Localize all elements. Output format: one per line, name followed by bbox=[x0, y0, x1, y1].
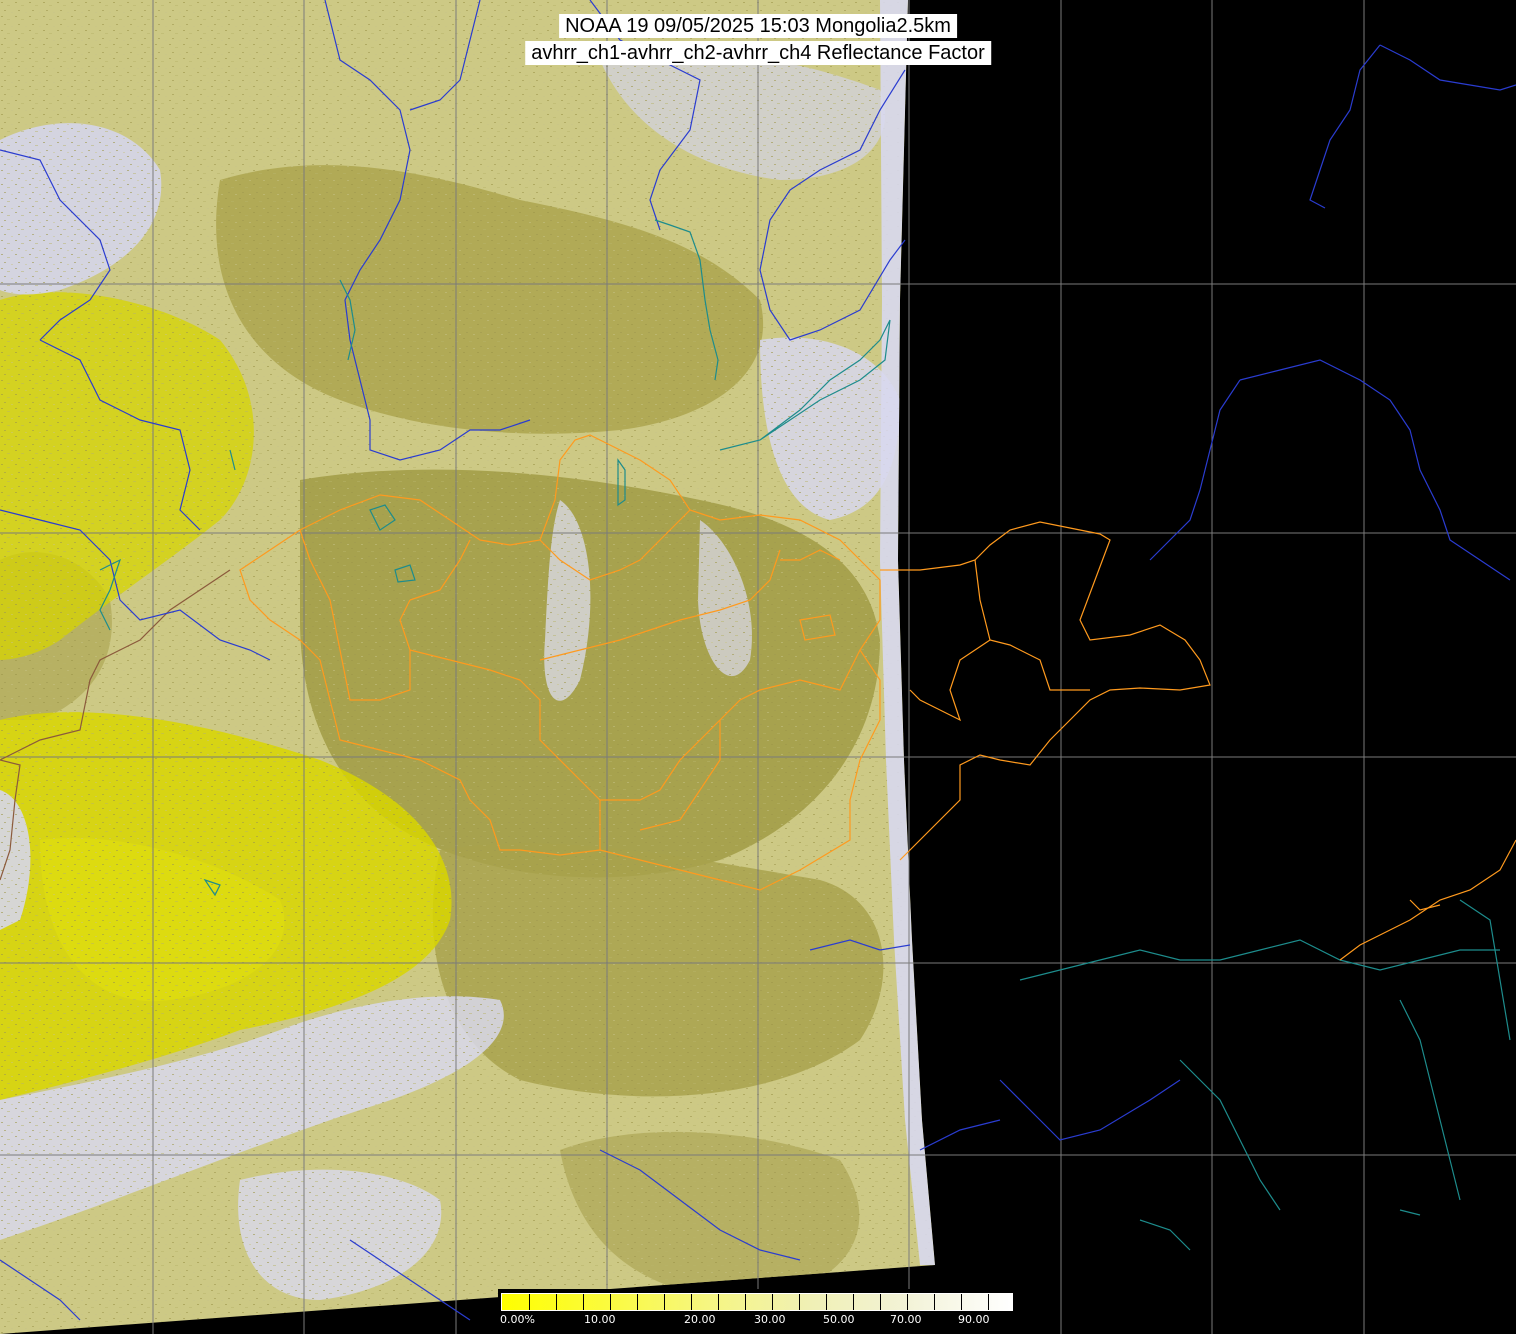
colorbar-divider bbox=[880, 1294, 881, 1310]
colorbar-tick-label: 70.00 bbox=[890, 1313, 922, 1326]
colorbar-divider bbox=[988, 1294, 989, 1310]
satellite-map-stage: NOAA 19 09/05/2025 15:03 Mongolia2.5km a… bbox=[0, 0, 1516, 1334]
colorbar-divider bbox=[610, 1294, 611, 1310]
colorbar-divider bbox=[826, 1294, 827, 1310]
map-title-line-2: avhrr_ch1-avhrr_ch2-avhrr_ch4 Reflectanc… bbox=[525, 41, 991, 65]
colorbar-divider bbox=[772, 1294, 773, 1310]
colorbar-divider bbox=[934, 1294, 935, 1310]
map-title-line-1: NOAA 19 09/05/2025 15:03 Mongolia2.5km bbox=[559, 14, 957, 38]
colorbar-legend: 0.00% 10.00 20.00 30.00 50.00 70.00 90.0… bbox=[498, 1289, 1016, 1334]
satellite-swath bbox=[0, 0, 935, 1334]
colorbar-divider bbox=[529, 1294, 530, 1310]
colorbar-divider bbox=[907, 1294, 908, 1310]
colorbar-divider bbox=[637, 1294, 638, 1310]
colorbar-tick-label: 30.00 bbox=[754, 1313, 786, 1326]
colorbar-gradient bbox=[501, 1293, 1013, 1311]
colorbar-divider bbox=[583, 1294, 584, 1310]
satellite-image-map bbox=[0, 0, 1516, 1334]
colorbar-divider bbox=[718, 1294, 719, 1310]
colorbar-tick-label: 50.00 bbox=[823, 1313, 855, 1326]
colorbar-divider bbox=[961, 1294, 962, 1310]
colorbar-divider bbox=[556, 1294, 557, 1310]
colorbar-divider bbox=[799, 1294, 800, 1310]
colorbar-tick-label: 10.00 bbox=[584, 1313, 616, 1326]
colorbar-divider bbox=[664, 1294, 665, 1310]
colorbar-tick-label: 90.00 bbox=[958, 1313, 990, 1326]
colorbar-tick-label: 20.00 bbox=[684, 1313, 716, 1326]
colorbar-divider bbox=[745, 1294, 746, 1310]
colorbar-tick-label: 0.00% bbox=[500, 1313, 535, 1326]
colorbar-divider bbox=[853, 1294, 854, 1310]
colorbar-divider bbox=[691, 1294, 692, 1310]
